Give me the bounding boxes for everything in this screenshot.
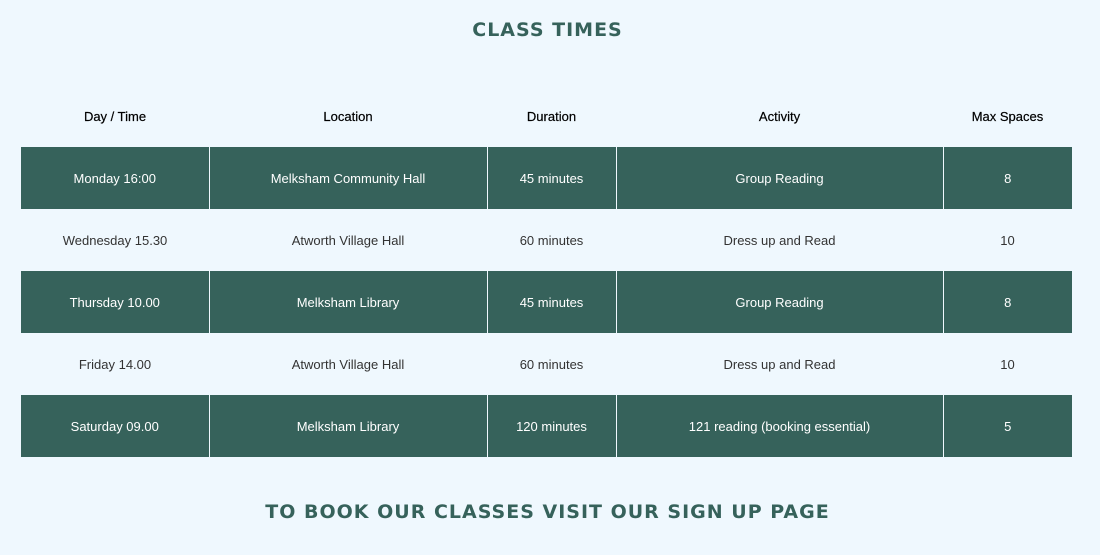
table-row: Wednesday 15.30 Atworth Village Hall 60 … [21,209,1072,271]
header-max-spaces: Max Spaces [971,108,1044,124]
header-activity: Activity [758,108,801,124]
cell-max-spaces: 5 [942,395,1072,457]
cell-activity: Group Reading [615,147,943,209]
cell-duration: 60 minutes [487,209,616,271]
table-row: Thursday 10.00 Melksham Library 45 minut… [21,271,1072,333]
cell-max-spaces: 8 [942,147,1072,209]
cell-activity: Dress up and Read [616,209,943,271]
cell-day-time: Wednesday 15.30 [21,209,209,271]
header-duration: Duration [526,108,577,124]
cell-location: Melksham Library [208,271,487,333]
booking-footer-text: TO BOOK OUR CLASSES VISIT OUR SIGN UP PA… [265,501,830,523]
table-header-row: Day / Time Location Duration Activity Ma… [21,85,1072,147]
cell-location: Melksham Community Hall [208,147,487,209]
header-day-time: Day / Time [83,108,147,124]
cell-duration: 45 minutes [486,147,616,209]
cell-location: Atworth Village Hall [209,209,487,271]
cell-location: Atworth Village Hall [209,333,487,395]
cell-activity: 121 reading (booking essential) [615,395,943,457]
table-row: Saturday 09.00 Melksham Library 120 minu… [21,395,1072,457]
cell-duration: 60 minutes [487,333,616,395]
cell-max-spaces: 10 [943,209,1072,271]
cell-max-spaces: 8 [942,271,1072,333]
header-location: Location [323,108,373,124]
cell-activity: Group Reading [615,271,943,333]
class-schedule-table: Day / Time Location Duration Activity Ma… [21,85,1072,457]
cell-day-time: Monday 16:00 [21,147,209,209]
cell-day-time: Saturday 09.00 [21,395,209,457]
cell-max-spaces: 10 [943,333,1072,395]
table-row: Monday 16:00 Melksham Community Hall 45 … [21,147,1072,209]
cell-location: Melksham Library [208,395,487,457]
table-row: Friday 14.00 Atworth Village Hall 60 min… [21,333,1072,395]
cell-day-time: Friday 14.00 [21,333,209,395]
cell-duration: 45 minutes [486,271,616,333]
cell-duration: 120 minutes [486,395,616,457]
page-title: CLASS TIMES [472,19,623,41]
cell-activity: Dress up and Read [616,333,943,395]
cell-day-time: Thursday 10.00 [21,271,209,333]
